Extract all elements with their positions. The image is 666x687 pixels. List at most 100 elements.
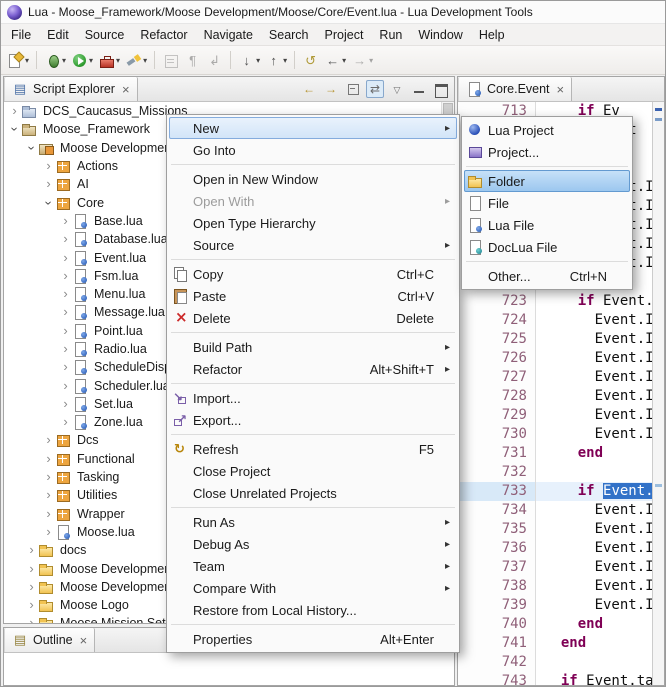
menu-item-lua-file[interactable]: Lua File [464,214,630,236]
expand-arrow-icon[interactable]: › [42,177,55,191]
expand-arrow-icon[interactable]: › [59,415,72,429]
menu-item-compare-with[interactable]: Compare With▸ [169,577,457,599]
code-line[interactable]: 740 end [458,615,652,634]
expand-arrow-icon[interactable]: › [42,525,55,539]
menu-item-lua-project[interactable]: Lua Project [464,119,630,141]
code-line[interactable]: 732 [458,463,652,482]
menu-item-open-type-hierarchy[interactable]: Open Type Hierarchy [169,212,457,234]
menu-item-open-with[interactable]: Open With▸ [169,190,457,212]
menu-item-doclua-file[interactable]: DocLua File [464,236,630,258]
collapse-arrow-icon[interactable]: › [42,196,56,209]
code-line[interactable]: 733 if Event. [458,482,652,501]
menu-file[interactable]: File [3,25,39,45]
menu-run[interactable]: Run [371,25,410,45]
menu-item-refactor[interactable]: RefactorAlt+Shift+T▸ [169,358,457,380]
menu-item-paste[interactable]: PasteCtrl+V [169,285,457,307]
expand-arrow-icon[interactable]: › [25,580,38,594]
back-button[interactable]: ▾ [322,49,348,71]
expand-arrow-icon[interactable]: › [59,397,72,411]
expand-arrow-icon[interactable]: › [25,543,38,557]
code-line[interactable]: 737 Event.I [458,558,652,577]
external-tools-button[interactable]: ▾ [96,49,122,71]
dropdown-caret-icon[interactable]: ▾ [116,56,120,65]
dropdown-caret-icon[interactable]: ▾ [62,56,66,65]
dropdown-caret-icon[interactable]: ▾ [89,56,93,65]
run-button[interactable]: ▾ [69,49,95,71]
forward-button[interactable] [322,80,340,98]
menu-item-import[interactable]: Import... [169,387,457,409]
minimize-button[interactable] [410,80,428,98]
code-line[interactable]: 724 Event.I [458,311,652,330]
menu-item-source[interactable]: Source▸ [169,234,457,256]
menu-refactor[interactable]: Refactor [132,25,195,45]
code-line[interactable]: 723 if Event. [458,292,652,311]
menu-item-restore-from-local-history[interactable]: Restore from Local History... [169,599,457,621]
dropdown-caret-icon[interactable]: ▾ [25,56,29,65]
menu-navigate[interactable]: Navigate [196,25,261,45]
expand-arrow-icon[interactable]: › [25,598,38,612]
title-bar[interactable]: Lua - Moose_Framework/Moose Development/… [1,1,665,24]
editor-tab-core-event[interactable]: Core.Event × [458,77,572,101]
close-icon[interactable]: × [122,82,130,97]
menu-item-close-unrelated-projects[interactable]: Close Unrelated Projects [169,482,457,504]
expand-arrow-icon[interactable]: › [59,287,72,301]
view-menu-button[interactable] [388,80,406,98]
menu-item-team[interactable]: Team▸ [169,555,457,577]
menu-item-go-into[interactable]: Go Into [169,139,457,161]
dropdown-caret-icon[interactable]: ▾ [369,56,373,65]
menu-item-file[interactable]: File [464,192,630,214]
collapse-arrow-icon[interactable]: › [8,123,22,136]
expand-arrow-icon[interactable]: › [59,269,72,283]
expand-arrow-icon[interactable]: › [42,488,55,502]
dropdown-caret-icon[interactable]: ▾ [143,56,147,65]
menu-item-other[interactable]: Other...Ctrl+N [464,265,630,287]
expand-arrow-icon[interactable]: › [42,433,55,447]
code-line[interactable]: 741 end [458,634,652,653]
code-line[interactable]: 731 end [458,444,652,463]
menu-item-properties[interactable]: PropertiesAlt+Enter [169,628,457,650]
expand-arrow-icon[interactable]: › [59,360,72,374]
menu-edit[interactable]: Edit [39,25,77,45]
expand-arrow-icon[interactable]: › [59,251,72,265]
expand-arrow-icon[interactable]: › [59,342,72,356]
expand-arrow-icon[interactable]: › [59,214,72,228]
code-line[interactable]: 743 if Event.ta [458,672,652,685]
code-line[interactable]: 725 Event.I [458,330,652,349]
code-line[interactable]: 735 Event.I [458,520,652,539]
menu-project[interactable]: Project [317,25,372,45]
menu-item-close-project[interactable]: Close Project [169,460,457,482]
new-button[interactable]: ▾ [5,49,31,71]
expand-arrow-icon[interactable]: › [8,104,21,118]
expand-arrow-icon[interactable]: › [59,305,72,319]
maximize-button[interactable] [432,80,450,98]
code-line[interactable]: 727 Event.I [458,368,652,387]
code-line[interactable]: 736 Event.I [458,539,652,558]
expand-arrow-icon[interactable]: › [25,562,38,576]
link-with-editor-button[interactable] [366,80,384,98]
menu-item-project[interactable]: Project... [464,141,630,163]
menu-item-run-as[interactable]: Run As▸ [169,511,457,533]
dropdown-caret-icon[interactable]: ▾ [283,56,287,65]
last-edit-location-button[interactable] [300,49,321,71]
menu-item-export[interactable]: Export... [169,409,457,431]
next-annotation-button[interactable]: ▾ [236,49,262,71]
dropdown-caret-icon[interactable]: ▾ [342,56,346,65]
code-line[interactable]: 729 Event.I [458,406,652,425]
debug-button[interactable]: ▾ [42,49,68,71]
menu-help[interactable]: Help [471,25,513,45]
expand-arrow-icon[interactable]: › [59,324,72,338]
code-line[interactable]: 728 Event.I [458,387,652,406]
menu-item-build-path[interactable]: Build Path▸ [169,336,457,358]
expand-arrow-icon[interactable]: › [59,232,72,246]
menu-item-debug-as[interactable]: Debug As▸ [169,533,457,555]
search-button[interactable]: ▾ [123,49,149,71]
back-button[interactable] [300,80,318,98]
expand-arrow-icon[interactable]: › [25,616,38,623]
expand-arrow-icon[interactable]: › [59,379,72,393]
expand-arrow-icon[interactable]: › [42,159,55,173]
expand-arrow-icon[interactable]: › [42,470,55,484]
close-icon[interactable]: × [80,633,88,648]
menu-item-refresh[interactable]: RefreshF5 [169,438,457,460]
close-icon[interactable]: × [557,82,565,97]
code-line[interactable]: 738 Event.I [458,577,652,596]
